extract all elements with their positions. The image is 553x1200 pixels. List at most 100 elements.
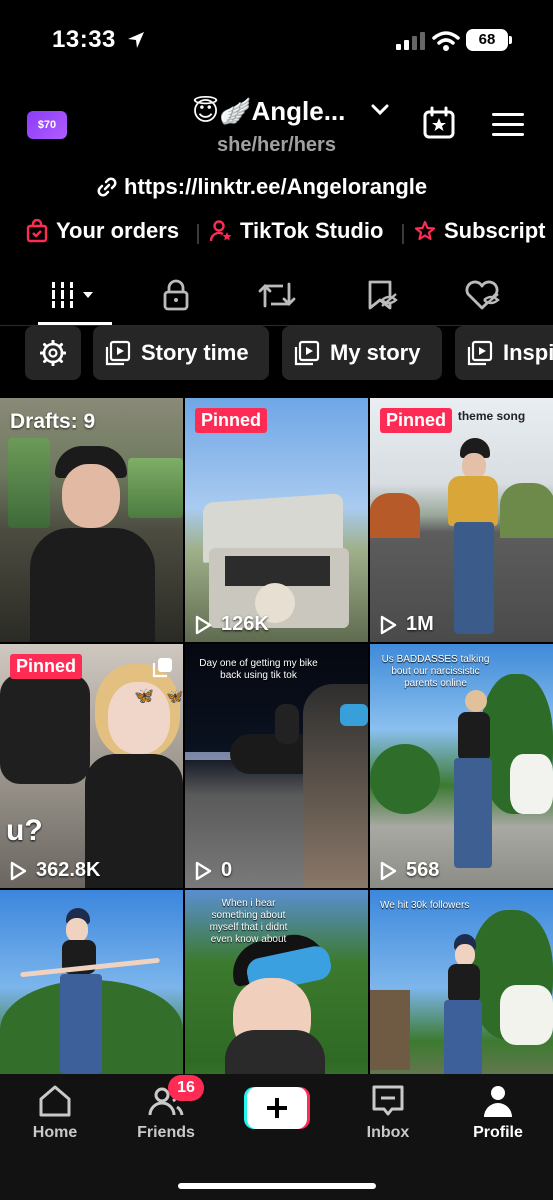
chip-story-time[interactable]: Story time	[93, 326, 269, 380]
wifi-icon	[432, 31, 460, 51]
butterfly-sticker: 🦋	[134, 688, 154, 705]
nav-profile[interactable]: Profile	[458, 1082, 538, 1142]
create-plus-icon[interactable]	[244, 1087, 310, 1129]
jeans	[60, 974, 102, 1074]
face	[465, 690, 487, 712]
heart-hidden-icon[interactable]	[462, 278, 502, 312]
pronouns: she/her/hers	[217, 134, 336, 156]
home-indicator	[178, 1183, 376, 1189]
shopping-bag-icon	[26, 219, 48, 243]
video-caption: When i hear something about myself that …	[209, 898, 288, 945]
view-count-text: 568	[406, 859, 440, 881]
house	[370, 990, 410, 1070]
nav-friends-label: Friends	[137, 1124, 195, 1141]
multi-photo-icon	[152, 658, 172, 678]
pinned-badge: Pinned	[380, 408, 453, 433]
video-tile[interactable]	[0, 890, 183, 1074]
butterfly-sticker: 🦋	[166, 688, 183, 704]
nav-profile-label: Profile	[473, 1124, 523, 1141]
video-caption: Day one of getting my bike back using ti…	[199, 658, 318, 681]
video-tile[interactable]: Day one of getting my bike back using ti…	[185, 644, 368, 888]
video-tile[interactable]: theme song Pinned 1M	[370, 398, 553, 642]
torso	[458, 712, 490, 762]
play-icon	[380, 615, 397, 634]
torso	[225, 1030, 325, 1074]
pinned-badge: Pinned	[195, 408, 268, 433]
video-overlay-text: u?	[6, 814, 43, 847]
flowers	[500, 985, 553, 1045]
video-caption: We hit 30k followers	[380, 900, 470, 911]
video-tile[interactable]: Us BADDASSES talking bout our narcissist…	[370, 644, 553, 888]
face	[66, 918, 88, 942]
view-count: 1M	[378, 613, 434, 636]
bio-link-text: https://linktr.ee/Angelorangle	[124, 174, 428, 199]
jeans	[444, 1000, 482, 1074]
inbox-icon	[372, 1085, 404, 1116]
flowers	[510, 754, 553, 814]
nav-inbox-label: Inbox	[366, 1124, 410, 1141]
profile-tabs	[0, 272, 553, 326]
face	[62, 464, 120, 528]
car-window	[8, 438, 50, 528]
jacket	[448, 476, 498, 526]
play-icon	[195, 861, 212, 880]
subscription-label: Subscript	[444, 218, 546, 243]
view-count-text: 126K	[221, 613, 269, 635]
collection-chips: Story time My story Inspi	[0, 326, 553, 382]
view-count-text: 1M	[406, 613, 434, 635]
pinned-badge: Pinned	[10, 654, 83, 679]
tree	[370, 493, 420, 538]
playlist-icon	[467, 340, 493, 366]
chip-my-story[interactable]: My story	[282, 326, 442, 380]
chip-label: Story time	[141, 340, 249, 365]
drafts-label: Drafts: 9	[10, 410, 96, 433]
video-tile[interactable]: Pinned 126K	[185, 398, 368, 642]
nav-home[interactable]: Home	[15, 1082, 95, 1142]
chip-label: My story	[330, 340, 421, 365]
divider	[402, 224, 404, 244]
video-tile[interactable]: We hit 30k followers	[370, 890, 553, 1074]
rider	[275, 704, 299, 744]
grid-icon[interactable]	[50, 278, 102, 312]
motorcycle	[0, 674, 90, 784]
chip-settings[interactable]	[25, 326, 81, 380]
status-bar: 13:33 68	[0, 0, 553, 80]
link-icon	[97, 177, 117, 197]
chevron-down-icon[interactable]	[370, 102, 390, 118]
bookmark-hidden-icon[interactable]	[360, 278, 400, 312]
friends-notification-badge: 16	[168, 1075, 204, 1101]
status-time: 13:33	[52, 26, 116, 53]
location-arrow-icon	[128, 32, 144, 48]
subscription-link[interactable]: Subscript	[414, 218, 545, 244]
view-count-text: 362.8K	[36, 859, 101, 881]
subscription-icon	[414, 220, 436, 241]
jeans	[454, 758, 492, 868]
video-tile[interactable]: 🦋 🦋 u? Pinned 362.8K	[0, 644, 183, 888]
battery-indicator: 68	[466, 29, 508, 51]
lock-icon[interactable]	[156, 278, 196, 312]
playlist-icon	[294, 340, 320, 366]
play-icon	[195, 615, 212, 634]
tiktok-studio-link[interactable]: TikTok Studio	[210, 218, 383, 244]
torso	[448, 964, 480, 1004]
cellular-signal-icon	[396, 32, 425, 50]
your-orders-link[interactable]: Your orders	[26, 218, 179, 244]
video-caption: theme song	[457, 409, 526, 423]
bio-link[interactable]: https://linktr.ee/Angelorangle	[96, 174, 427, 200]
gear-icon	[40, 340, 66, 366]
video-tile[interactable]: When i hear something about myself that …	[185, 890, 368, 1074]
video-tile-drafts[interactable]: Drafts: 9	[0, 398, 183, 642]
nav-inbox[interactable]: Inbox	[348, 1082, 428, 1142]
goggles	[340, 704, 368, 726]
divider	[197, 224, 199, 244]
person-star-icon	[210, 220, 232, 242]
chip-inspi[interactable]: Inspi	[455, 326, 553, 380]
play-icon	[380, 861, 397, 880]
view-count: 126K	[193, 613, 269, 636]
your-orders-label: Your orders	[56, 218, 180, 243]
torso	[30, 528, 155, 642]
profile-title[interactable]: 😇🪽Angle...	[192, 96, 345, 127]
view-count: 0	[193, 859, 232, 882]
video-caption: Us BADDASSES talking bout our narcissist…	[381, 654, 490, 689]
repost-icon[interactable]	[257, 278, 297, 312]
